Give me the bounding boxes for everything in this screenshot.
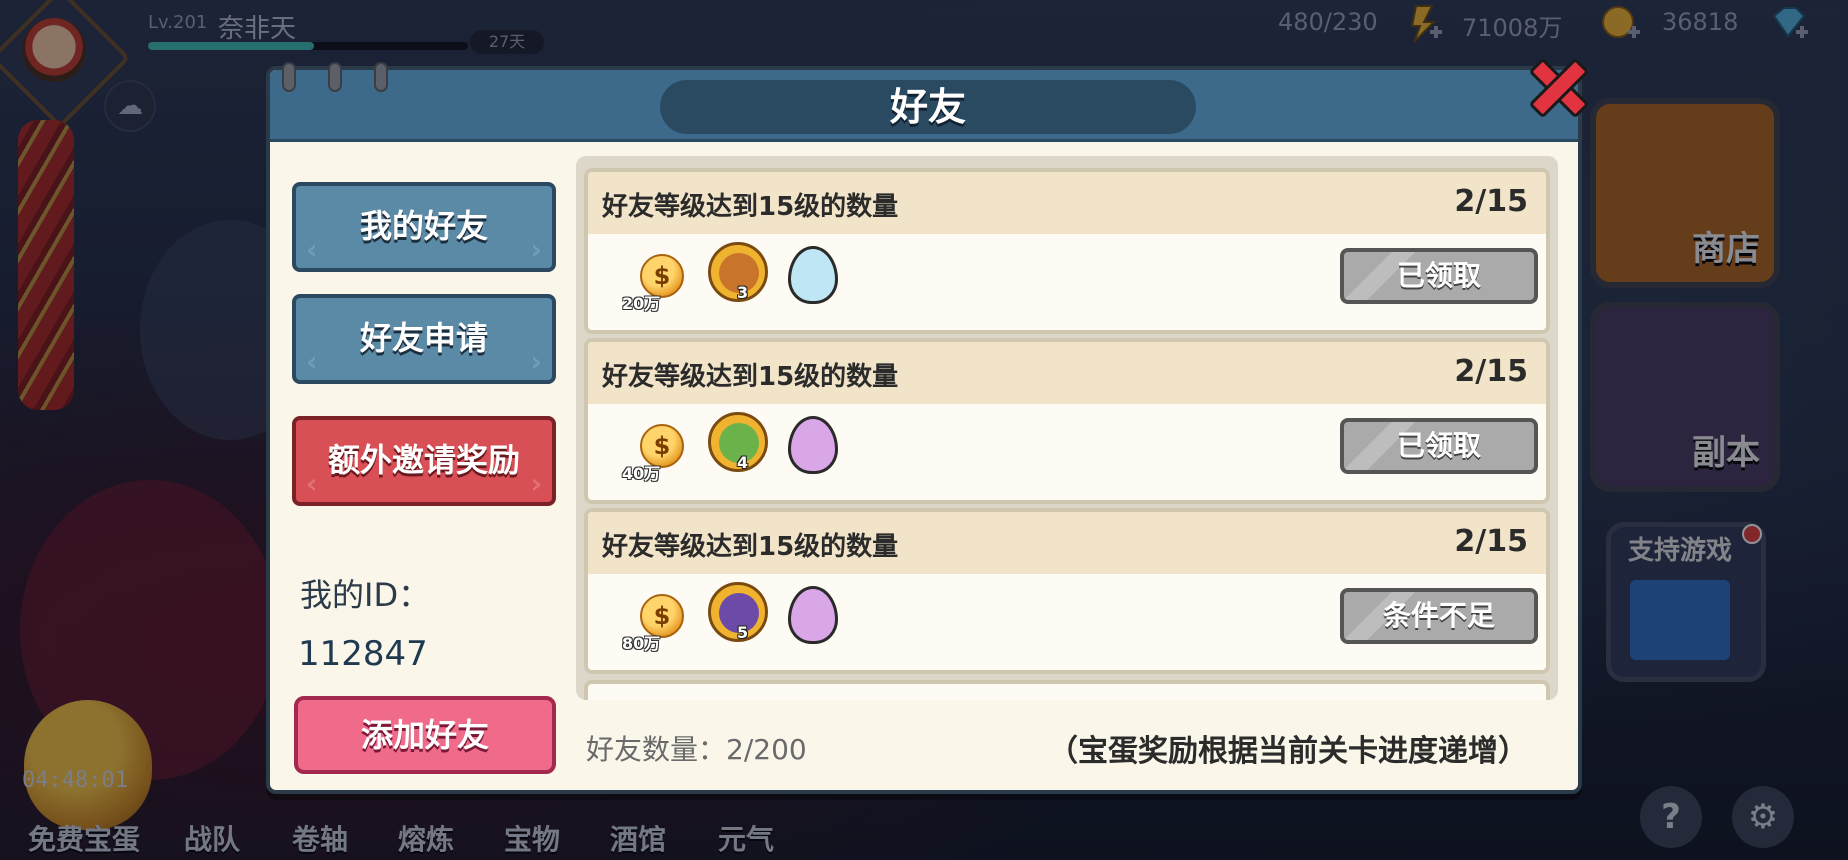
binder-pin <box>374 62 388 92</box>
tab-my-friends-label: 我的好友 <box>359 207 488 245</box>
egg-reward-note: （宝蛋奖励根据当前关卡进度递增） <box>1048 734 1528 769</box>
chevron-left-icon: ‹ <box>306 345 318 378</box>
hero-level: 3 <box>737 283 749 302</box>
tab-friend-requests-label: 好友申请 <box>359 319 488 357</box>
dialog-header: 好友 <box>270 70 1578 142</box>
chevron-left-icon: ‹ <box>306 467 318 500</box>
hero-reward-icon: 3 <box>708 242 768 302</box>
coin-amount: 80万 <box>622 634 661 653</box>
close-icon[interactable] <box>1518 48 1588 118</box>
reward-row: 好友等级达到15级的数量 2/15 $ 40万 4 已领取 <box>584 338 1550 504</box>
reward-row-header: 好友等级达到15级的数量 2/15 <box>588 172 1546 234</box>
chevron-right-icon: › <box>530 345 542 378</box>
coin-amount: 20万 <box>622 294 661 313</box>
my-id-value: 112847 <box>298 634 428 674</box>
reward-title: 好友等级达到15级的数量 <box>602 192 899 222</box>
claimed-button[interactable]: 已领取 <box>1340 418 1538 474</box>
tab-extra-invite-reward[interactable]: ‹ 额外邀请奖励 › <box>292 416 556 506</box>
chevron-right-icon: › <box>530 233 542 266</box>
condition-not-met-button[interactable]: 条件不足 <box>1340 588 1538 644</box>
hero-reward-icon: 5 <box>708 582 768 642</box>
chevron-left-icon: ‹ <box>306 233 318 266</box>
binder-pin <box>282 62 296 92</box>
claimed-button[interactable]: 已领取 <box>1340 248 1538 304</box>
my-id-label: 我的ID： <box>300 576 431 614</box>
reward-title: 好友等级达到15级的数量 <box>602 532 899 562</box>
reward-list[interactable]: 好友等级达到15级的数量 2/15 $ 20万 3 已领取 好友等级达到15级的… <box>576 156 1558 700</box>
reward-row-header: 好友等级达到15级的数量 2/15 <box>588 512 1546 574</box>
dialog-title-pill: 好友 <box>660 80 1196 134</box>
dialog-title: 好友 <box>889 85 966 129</box>
egg-reward-icon <box>788 416 838 474</box>
egg-reward-icon <box>788 586 838 644</box>
tab-my-friends[interactable]: ‹ 我的好友 › <box>292 182 556 272</box>
hero-level: 5 <box>737 623 749 642</box>
coin-amount: 40万 <box>622 464 661 483</box>
reward-progress: 2/15 <box>1454 184 1528 219</box>
hero-level: 4 <box>737 453 749 472</box>
tab-friend-requests[interactable]: ‹ 好友申请 › <box>292 294 556 384</box>
friend-count: 好友数量：2/200 <box>586 733 807 766</box>
chevron-right-icon: › <box>530 467 542 500</box>
reward-row <box>584 680 1550 700</box>
reward-row-header: 好友等级达到15级的数量 2/15 <box>588 342 1546 404</box>
reward-row: 好友等级达到15级的数量 2/15 $ 80万 5 条件不足 <box>584 508 1550 674</box>
reward-progress: 2/15 <box>1454 354 1528 389</box>
binder-pin <box>328 62 342 92</box>
hero-reward-icon: 4 <box>708 412 768 472</box>
add-friend-button[interactable]: 添加好友 <box>294 696 556 774</box>
tab-extra-invite-reward-label: 额外邀请奖励 <box>327 441 520 479</box>
egg-reward-icon <box>788 246 838 304</box>
reward-row: 好友等级达到15级的数量 2/15 $ 20万 3 已领取 <box>584 168 1550 334</box>
reward-title: 好友等级达到15级的数量 <box>602 362 899 392</box>
reward-progress: 2/15 <box>1454 524 1528 559</box>
